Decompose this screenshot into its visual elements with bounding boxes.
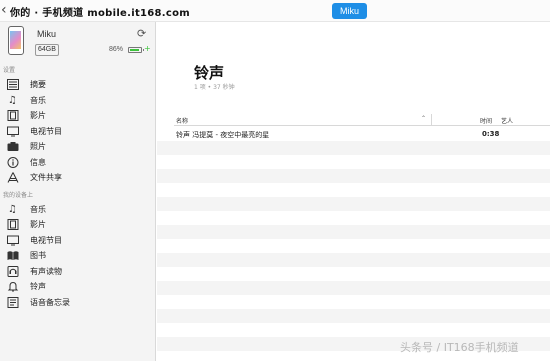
table-row: [157, 309, 550, 323]
settings-list: 摘要 ♫ 音乐影片电视节目照片信息文件共享: [0, 77, 155, 186]
summary-icon: [6, 79, 19, 91]
sidebar-item-label: 文件共享: [30, 173, 62, 183]
apps-icon: [6, 172, 19, 183]
sidebar-item-label: 电视节目: [30, 235, 62, 245]
table-body: 铃声 冯提莫 - 夜空中最亮的星 0:38: [157, 127, 550, 351]
sidebar-item-label: 摘要: [30, 80, 46, 90]
table-row: [157, 239, 550, 253]
sidebar-settings-item[interactable]: 摘要: [0, 77, 155, 93]
sort-chevron-icon[interactable]: ⌃: [421, 115, 426, 122]
sidebar-ondevice-item[interactable]: 影片: [0, 217, 155, 233]
capacity-badge: 64GB: [35, 44, 59, 56]
table-row: [157, 323, 550, 337]
back-arrow-icon[interactable]: ‹: [1, 1, 7, 19]
watermark-bottom: 头条号 / IT168手机频道: [400, 341, 519, 354]
audiobook-icon: [6, 265, 19, 277]
watermark-top: 你的 · 手机频道 mobile.it168.com: [10, 8, 191, 19]
sidebar-item-label: 音乐: [30, 204, 46, 214]
sidebar-ondevice-item[interactable]: 语音备忘录: [0, 295, 155, 311]
column-divider: [431, 114, 432, 125]
cell-name: 铃声 冯提莫 - 夜空中最亮的星: [176, 131, 270, 139]
table-row: [157, 197, 550, 211]
sidebar-ondevice-item[interactable]: 有声读物: [0, 264, 155, 280]
sidebar-settings-item[interactable]: 信息: [0, 155, 155, 171]
main-pane: 铃声 1 项 • 37 秒钟 名称 ⌃ 时间 艺人 铃声 冯提莫 - 夜空中最亮…: [157, 22, 550, 361]
settings-section-label: 设置: [3, 67, 16, 74]
device-button[interactable]: Miku: [332, 3, 367, 19]
column-header-artist[interactable]: 艺人: [501, 116, 513, 125]
book-icon: [6, 250, 19, 261]
memo-icon: [6, 296, 19, 308]
sidebar-settings-item[interactable]: 电视节目: [0, 124, 155, 140]
table-row: [157, 295, 550, 309]
device-name: Miku: [37, 29, 57, 39]
sidebar-item-label: 影片: [30, 220, 46, 230]
page-subtitle: 1 项 • 37 秒钟: [194, 84, 235, 91]
iphone-icon: [8, 26, 24, 55]
sidebar-item-label: 铃声: [30, 282, 46, 292]
music-icon: ♫: [8, 203, 17, 215]
sidebar-item-label: 图书: [30, 251, 46, 261]
top-bar: ‹ 你的 · 手机频道 mobile.it168.com Miku: [0, 0, 550, 22]
tv-icon: [6, 126, 19, 137]
battery-icon: [128, 47, 144, 53]
table-row: [157, 267, 550, 281]
sidebar-settings-item[interactable]: 文件共享: [0, 170, 155, 186]
charging-icon: +: [144, 44, 151, 53]
sidebar-ondevice-item[interactable]: ♫ 音乐: [0, 202, 155, 218]
table-row: [157, 183, 550, 197]
sidebar-item-label: 语音备忘录: [30, 297, 70, 307]
ondevice-list: ♫ 音乐影片电视节目图书有声读物铃声语音备忘录: [0, 202, 155, 311]
table-row: [157, 253, 550, 267]
tv-icon: [6, 235, 19, 246]
info-icon: [6, 156, 19, 168]
sidebar-item-label: 影片: [30, 111, 46, 121]
sidebar-item-label: 有声读物: [30, 266, 62, 276]
sidebar-settings-item[interactable]: 照片: [0, 139, 155, 155]
table-row: [157, 225, 550, 239]
table-row: [157, 141, 550, 155]
film-icon: [6, 110, 19, 122]
column-header-time[interactable]: 时间: [480, 116, 492, 125]
sidebar-ondevice-item[interactable]: 图书: [0, 248, 155, 264]
sidebar-ondevice-item[interactable]: 电视节目: [0, 233, 155, 249]
table-row: [157, 281, 550, 295]
device-header[interactable]: Miku 64GB ⟳ 86% +: [0, 22, 155, 64]
table-row: [157, 155, 550, 169]
sidebar-settings-item[interactable]: ♫ 音乐: [0, 93, 155, 109]
page-title: 铃声: [194, 64, 225, 82]
sidebar-item-label: 信息: [30, 157, 46, 167]
table-header: 名称 ⌃ 时间 艺人: [174, 114, 550, 126]
table-row[interactable]: 铃声 冯提莫 - 夜空中最亮的星 0:38: [157, 127, 550, 141]
camera-icon: [6, 141, 19, 152]
ondevice-section-label: 我的设备上: [3, 191, 34, 199]
sidebar-item-label: 音乐: [30, 95, 46, 105]
bell-icon: [6, 281, 19, 293]
sync-icon[interactable]: ⟳: [137, 27, 146, 40]
column-header-name[interactable]: 名称: [176, 116, 188, 125]
sidebar-settings-item[interactable]: 影片: [0, 108, 155, 124]
sidebar: Miku 64GB ⟳ 86% + 设置 摘要 ♫ 音乐 影片 电视节目 照片 信息 文件共享…: [0, 22, 156, 361]
film-icon: [6, 219, 19, 231]
sidebar-ondevice-item[interactable]: 铃声: [0, 279, 155, 295]
battery-percent: 86%: [109, 46, 124, 53]
sidebar-item-label: 照片: [30, 142, 46, 152]
cell-time: 0:38: [482, 130, 500, 138]
music-icon: ♫: [8, 94, 17, 106]
table-row: [157, 169, 550, 183]
table-row: [157, 211, 550, 225]
sidebar-item-label: 电视节目: [30, 126, 62, 136]
